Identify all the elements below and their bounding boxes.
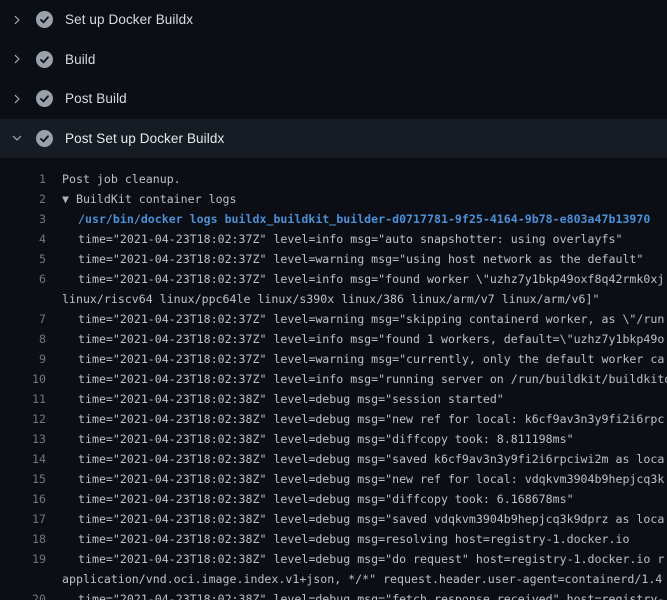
log-line-number[interactable]: 16 — [0, 489, 46, 509]
log-line-text: time="2021-04-23T18:02:38Z" level=debug … — [62, 589, 664, 600]
log-line-text: Post job cleanup. — [62, 169, 181, 189]
log-line: 16 time="2021-04-23T18:02:38Z" level=debu… — [0, 489, 667, 509]
log-line-text: time="2021-04-23T18:02:38Z" level=debug … — [62, 509, 664, 529]
step-row-set-up-docker-buildx[interactable]: Set up Docker Buildx — [0, 0, 667, 40]
log-line: linux/riscv64 linux/ppc64le linux/s390x … — [0, 289, 667, 309]
log-line: 8 time="2021-04-23T18:02:37Z" level=info … — [0, 329, 667, 349]
check-circle-icon — [36, 11, 53, 28]
log-line: 7 time="2021-04-23T18:02:37Z" level=warni… — [0, 309, 667, 329]
log-line-number[interactable]: 3 — [0, 209, 46, 229]
log-line-number[interactable]: 20 — [0, 589, 46, 600]
log-line-number[interactable]: 15 — [0, 469, 46, 489]
log-line-number[interactable]: 18 — [0, 529, 46, 549]
step-label: Build — [65, 52, 96, 67]
log-line-number[interactable]: 10 — [0, 369, 46, 389]
log-line: 20 time="2021-04-23T18:02:38Z" level=debu… — [0, 589, 667, 600]
check-circle-icon — [36, 51, 53, 68]
log-line-number[interactable]: 8 — [0, 329, 46, 349]
log-line: 17 time="2021-04-23T18:02:38Z" level=debu… — [0, 509, 667, 529]
chevron-down-icon[interactable] — [10, 131, 24, 145]
log-area: 1 Post job cleanup. 2 ▼ BuildKit container … — [0, 158, 667, 600]
log-line: 2 ▼ BuildKit container logs — [0, 189, 667, 209]
log-line-number[interactable]: 13 — [0, 429, 46, 449]
chevron-right-icon[interactable] — [10, 92, 24, 106]
log-line: 12 time="2021-04-23T18:02:38Z" level=debu… — [0, 409, 667, 429]
step-row-build[interactable]: Build — [0, 40, 667, 80]
check-circle-icon — [36, 90, 53, 107]
log-line: 13 time="2021-04-23T18:02:38Z" level=debu… — [0, 429, 667, 449]
log-line-text: time="2021-04-23T18:02:37Z" level=info m… — [62, 229, 622, 249]
log-line-number — [0, 289, 46, 309]
log-line-text: time="2021-04-23T18:02:38Z" level=debug … — [62, 409, 664, 429]
log-line-text: time="2021-04-23T18:02:38Z" level=debug … — [62, 469, 664, 489]
log-line: 9 time="2021-04-23T18:02:37Z" level=warni… — [0, 349, 667, 369]
log-line-text: time="2021-04-23T18:02:38Z" level=debug … — [62, 529, 629, 549]
log-line-number[interactable]: 12 — [0, 409, 46, 429]
log-line-text: time="2021-04-23T18:02:37Z" level=info m… — [62, 329, 664, 349]
chevron-right-icon[interactable] — [10, 13, 24, 27]
log-line-number — [0, 569, 46, 589]
log-line: application/vnd.oci.image.index.v1+json,… — [0, 569, 667, 589]
log-line: 4 time="2021-04-23T18:02:37Z" level=info … — [0, 229, 667, 249]
log-line-text: time="2021-04-23T18:02:38Z" level=debug … — [62, 449, 664, 469]
log-line-number[interactable]: 11 — [0, 389, 46, 409]
check-circle-icon — [36, 130, 53, 147]
step-label: Post Set up Docker Buildx — [65, 131, 224, 146]
log-line-text: time="2021-04-23T18:02:38Z" level=debug … — [62, 489, 574, 509]
log-line-number[interactable]: 19 — [0, 549, 46, 569]
log-line: 18 time="2021-04-23T18:02:38Z" level=debu… — [0, 529, 667, 549]
log-line-text: time="2021-04-23T18:02:37Z" level=info m… — [62, 269, 664, 289]
step-row-post-build[interactable]: Post Build — [0, 79, 667, 119]
log-line-number[interactable]: 1 — [0, 169, 46, 189]
log-line-number[interactable]: 17 — [0, 509, 46, 529]
log-line: 15 time="2021-04-23T18:02:38Z" level=debu… — [0, 469, 667, 489]
log-line: 3/usr/bin/docker logs buildx_buildkit_bu… — [0, 209, 667, 229]
step-label: Post Build — [65, 91, 127, 106]
log-line-number[interactable]: 14 — [0, 449, 46, 469]
log-line-text: time="2021-04-23T18:02:37Z" level=warnin… — [62, 349, 664, 369]
log-group-toggle-triangle-down-icon[interactable]: ▼ — [62, 189, 69, 209]
log-line: 6 time="2021-04-23T18:02:37Z" level=info … — [0, 269, 667, 289]
log-line: 1 Post job cleanup. — [0, 169, 667, 189]
actions-log-viewer: Set up Docker Buildx Build Post Build Post … — [0, 0, 667, 600]
log-line-text: time="2021-04-23T18:02:38Z" level=debug … — [62, 389, 504, 409]
log-command-text: /usr/bin/docker logs buildx_buildkit_bui… — [62, 209, 650, 229]
log-line-text: linux/riscv64 linux/ppc64le linux/s390x … — [62, 289, 599, 309]
log-line: 10 time="2021-04-23T18:02:37Z" level=info… — [0, 369, 667, 389]
log-line-text: time="2021-04-23T18:02:38Z" level=debug … — [62, 429, 574, 449]
log-line-text: time="2021-04-23T18:02:37Z" level=warnin… — [62, 249, 643, 269]
log-group-title: BuildKit container logs — [69, 192, 237, 206]
log-line: 19 time="2021-04-23T18:02:38Z" level=debu… — [0, 549, 667, 569]
log-line-number[interactable]: 6 — [0, 269, 46, 289]
log-line: 14 time="2021-04-23T18:02:38Z" level=debu… — [0, 449, 667, 469]
log-line: 11 time="2021-04-23T18:02:38Z" level=debu… — [0, 389, 667, 409]
log-line-number[interactable]: 4 — [0, 229, 46, 249]
log-line-number[interactable]: 5 — [0, 249, 46, 269]
log-line-text: time="2021-04-23T18:02:38Z" level=debug … — [62, 549, 664, 569]
step-label: Set up Docker Buildx — [65, 12, 193, 27]
log-line-text: time="2021-04-23T18:02:37Z" level=info m… — [62, 369, 667, 389]
steps-list: Set up Docker Buildx Build Post Build Post … — [0, 0, 667, 158]
log-line-number[interactable]: 7 — [0, 309, 46, 329]
log-line-number[interactable]: 2 — [0, 189, 46, 209]
chevron-right-icon[interactable] — [10, 52, 24, 66]
log-line-number[interactable]: 9 — [0, 349, 46, 369]
log-line-text: ▼ BuildKit container logs — [62, 189, 237, 209]
log-line: 5 time="2021-04-23T18:02:37Z" level=warni… — [0, 249, 667, 269]
log-line-text: application/vnd.oci.image.index.v1+json,… — [62, 569, 662, 589]
step-row-post-set-up-docker-buildx[interactable]: Post Set up Docker Buildx — [0, 119, 667, 159]
log-line-text: time="2021-04-23T18:02:37Z" level=warnin… — [62, 309, 664, 329]
